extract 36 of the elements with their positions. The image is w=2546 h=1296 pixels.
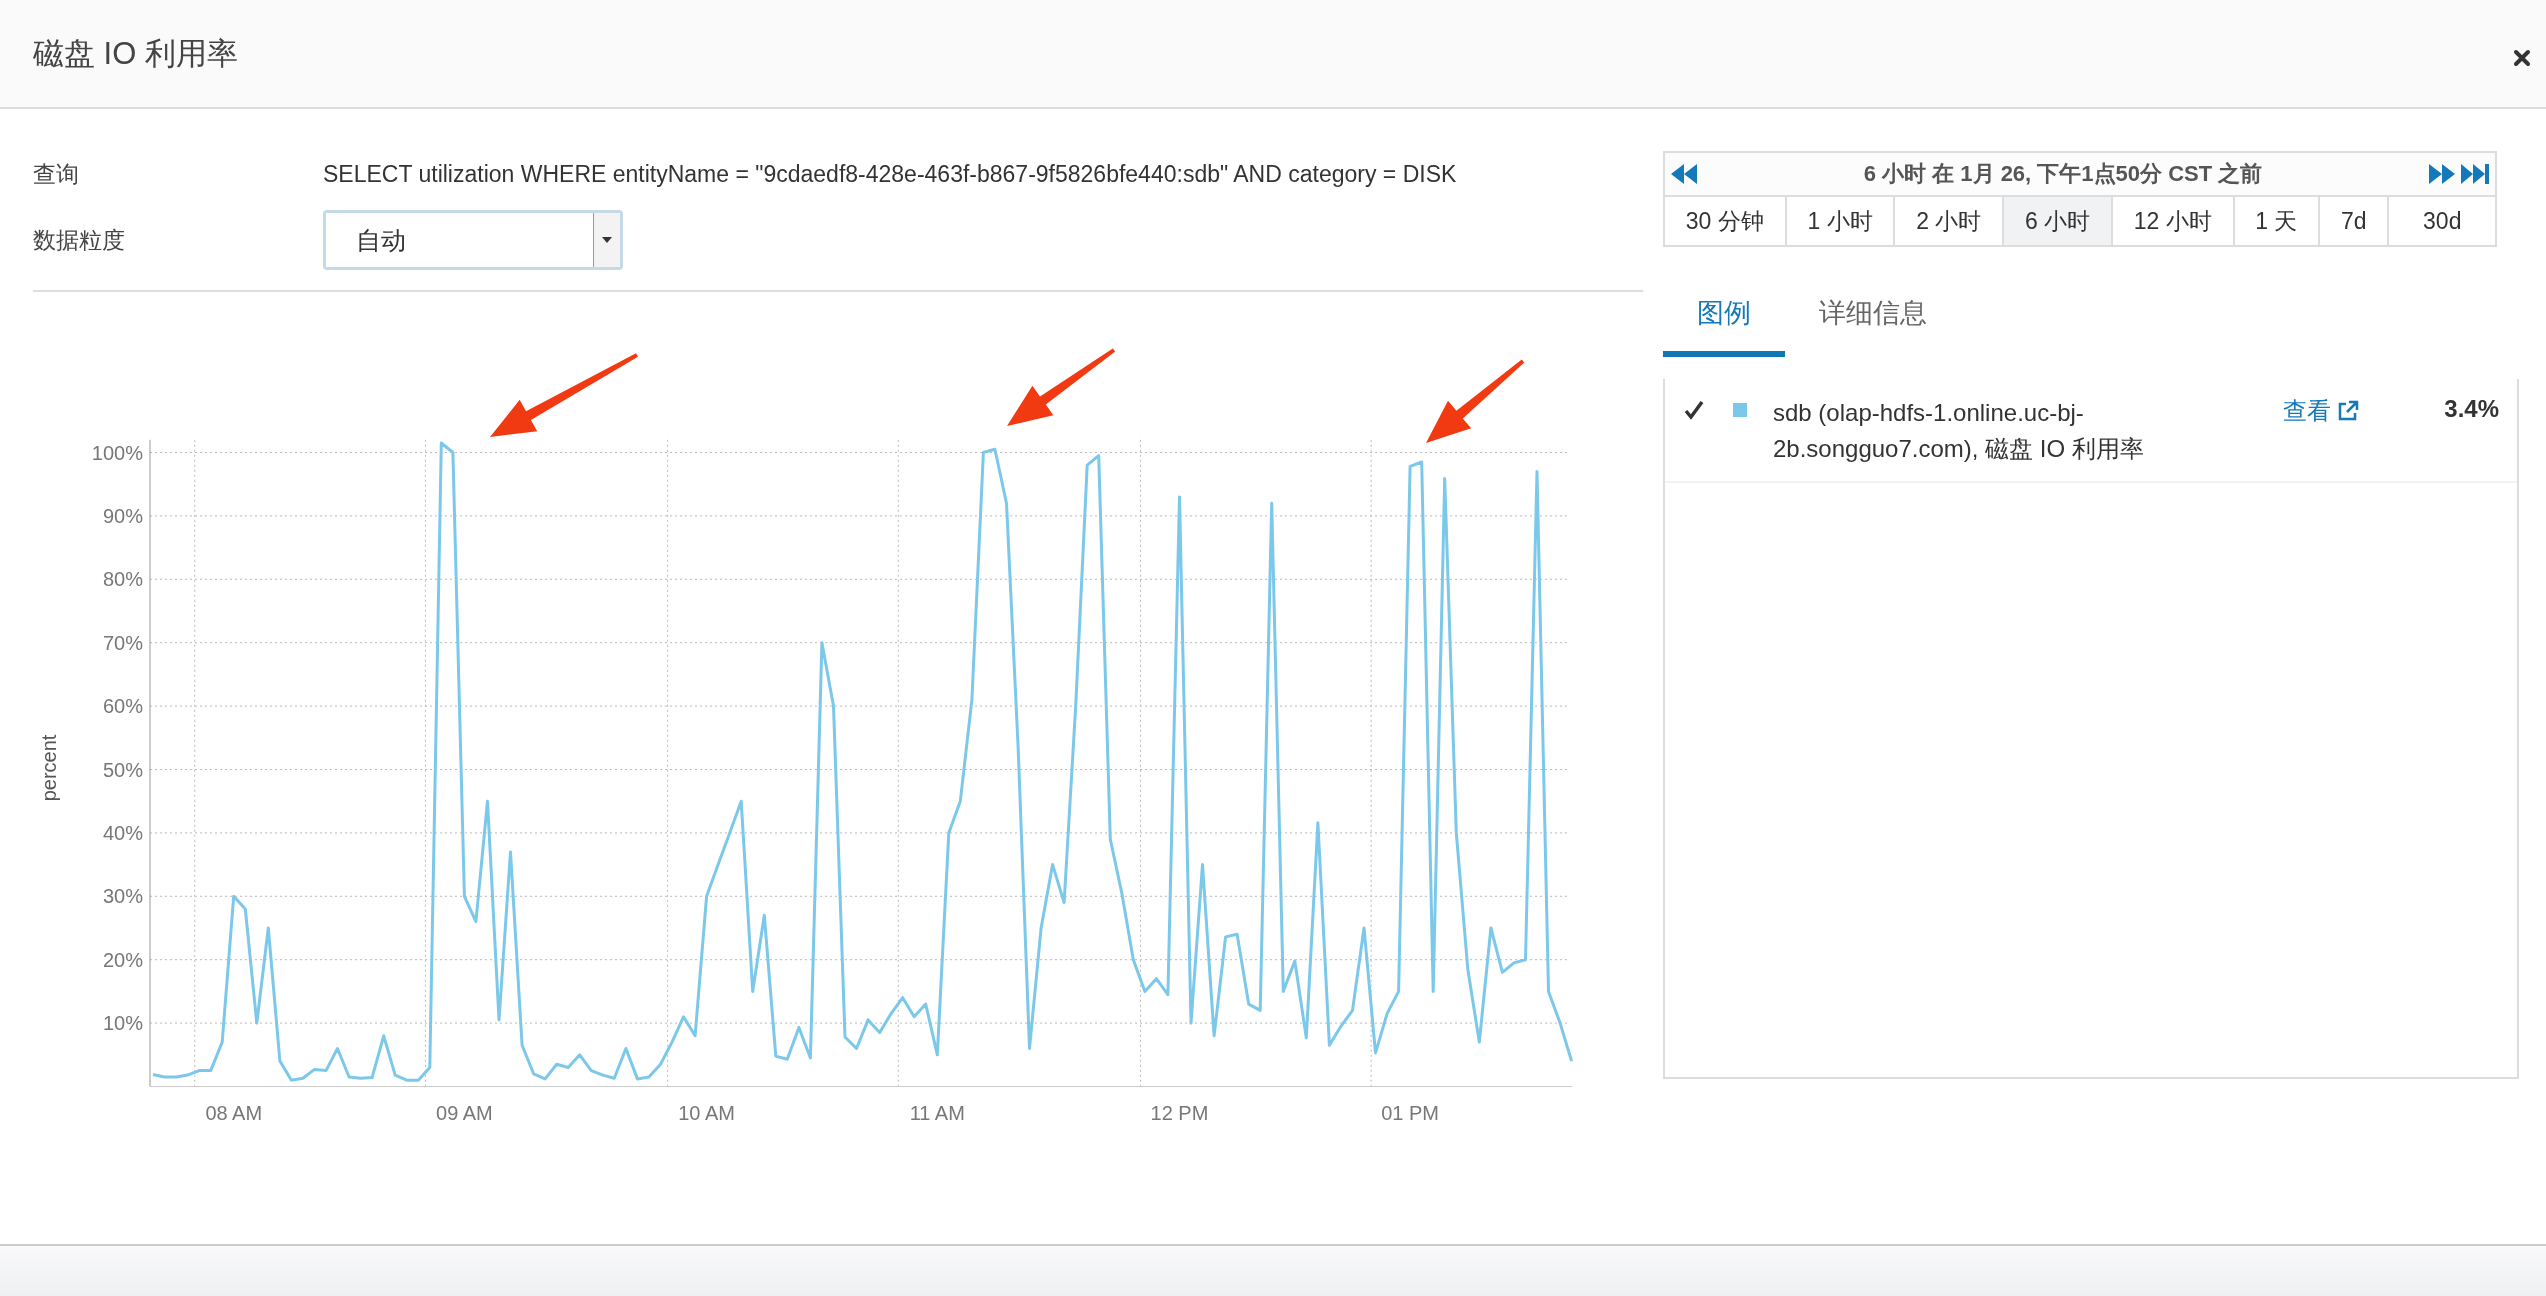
y-tick-label: 30%: [102, 885, 143, 908]
y-tick-label: 100%: [91, 441, 143, 464]
y-tick-label: 60%: [102, 695, 143, 718]
x-tick-label: 08 AM: [205, 1101, 263, 1124]
time-range-summary: 6 小时 在 1月 26, 下午1点50分 CST 之前: [1862, 160, 2264, 188]
caret-icon: [602, 237, 612, 243]
tab[interactable]: 图例: [1663, 287, 1785, 357]
legend-series-name: sdb (olap-hdfs-1.online.uc-bj-2b.songguo7.com), 磁盘 IO 利用率: [1773, 398, 2145, 464]
y-tick-label: 50%: [102, 758, 143, 781]
y-tick-label: 80%: [102, 568, 143, 591]
external-link-icon: [2337, 400, 2359, 422]
y-tick-label: 10%: [102, 1012, 143, 1035]
query-text: SELECT utilization WHERE entityName = "9cdaedf8-428e-463f-b867-9f5826bfe440:sdb" AND category = DISK: [323, 161, 1457, 188]
query-label: 查询: [33, 160, 80, 189]
x-tick-label: 11 AM: [909, 1101, 965, 1124]
close-icon[interactable]: [2512, 47, 2532, 68]
y-tick-label: 20%: [102, 948, 143, 971]
time-range-preset[interactable]: 6 小时: [2004, 197, 2113, 245]
x-tick-label: 10 AM: [678, 1101, 735, 1124]
y-axis-title: percent: [38, 734, 60, 802]
dialog-title: 磁盘 IO 利用率: [33, 34, 238, 73]
y-tick-label: 90%: [102, 504, 143, 527]
granularity-label: 数据粒度: [33, 225, 126, 255]
checkmark-icon[interactable]: [1683, 399, 1705, 421]
y-tick-label: 40%: [102, 821, 143, 844]
rewind-icon[interactable]: [1671, 164, 1697, 184]
view-link[interactable]: 查看: [2283, 395, 2359, 427]
y-tick-label: 70%: [102, 631, 143, 654]
granularity-select[interactable]: 自动: [323, 210, 623, 270]
legend-value: 3.4%: [2444, 395, 2499, 423]
tab[interactable]: 详细信息: [1785, 287, 1961, 357]
skip-to-end-icon[interactable]: [2461, 164, 2489, 184]
x-tick-label: 01 PM: [1381, 1101, 1440, 1124]
x-tick-label: 12 PM: [1150, 1101, 1209, 1124]
fast-forward-icon[interactable]: [2429, 164, 2455, 184]
x-tick-label: 09 AM: [436, 1101, 493, 1124]
